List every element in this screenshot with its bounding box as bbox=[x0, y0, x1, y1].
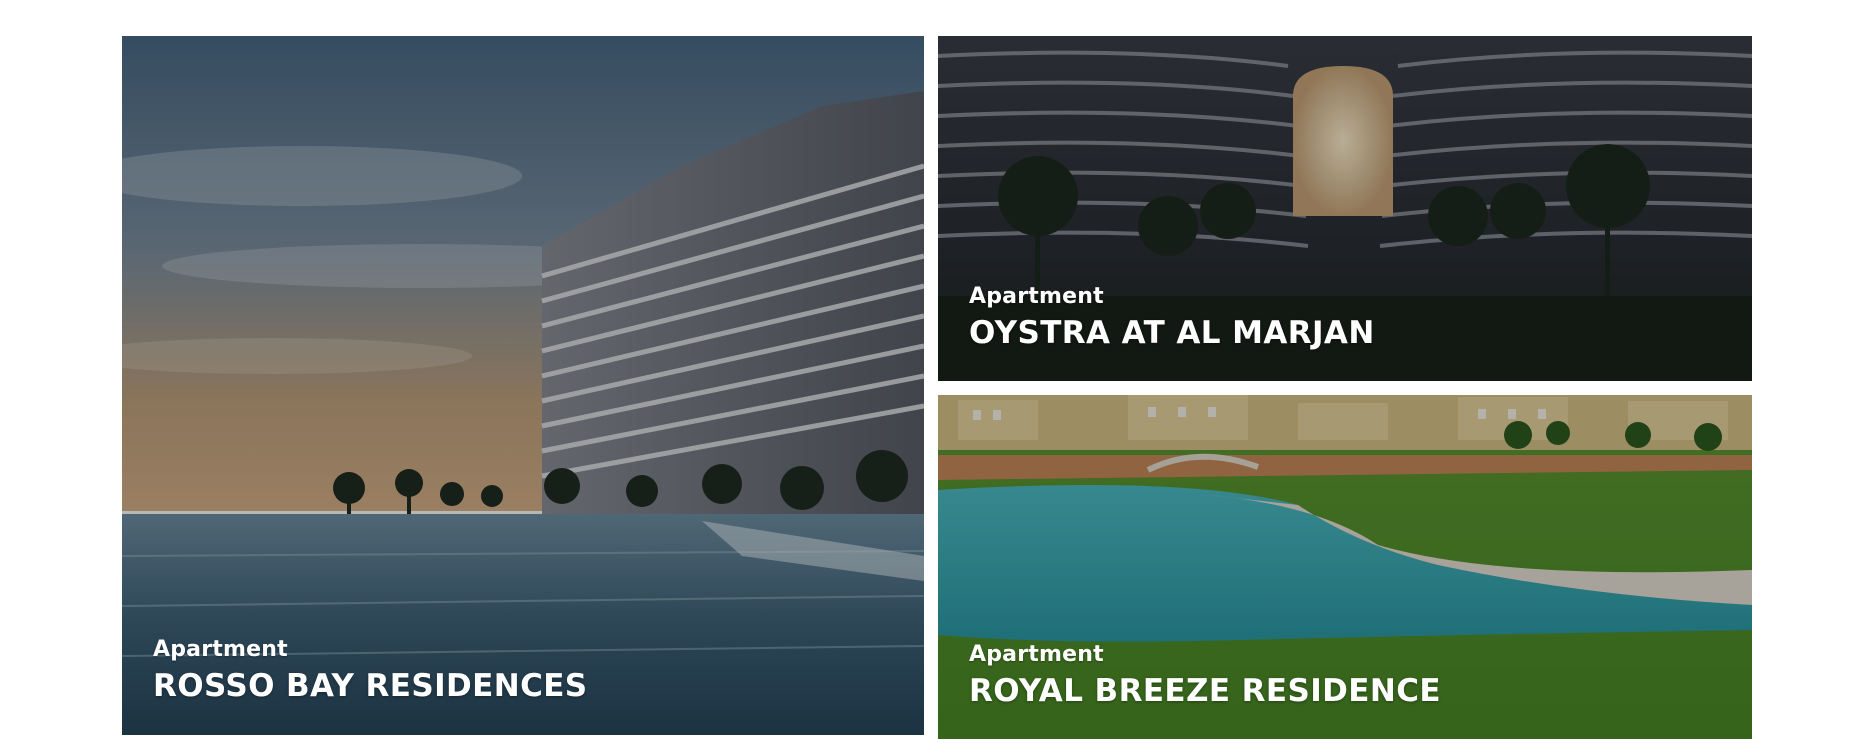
property-title[interactable]: ROYAL BREEZE RESIDENCE bbox=[969, 673, 1441, 709]
property-category: Apartment bbox=[969, 284, 1104, 309]
image-overlay bbox=[122, 36, 924, 735]
card-caption: Apartment ROSSO BAY RESIDENCES bbox=[153, 637, 588, 704]
card-caption: Apartment ROYAL BREEZE RESIDENCE bbox=[969, 642, 1441, 709]
property-title[interactable]: OYSTRA AT AL MARJAN bbox=[969, 315, 1375, 351]
card-caption: Apartment OYSTRA AT AL MARJAN bbox=[969, 284, 1375, 351]
property-category: Apartment bbox=[153, 637, 288, 662]
property-card-rosso-bay[interactable]: Apartment ROSSO BAY RESIDENCES bbox=[122, 36, 924, 735]
property-card-oystra[interactable]: Apartment OYSTRA AT AL MARJAN bbox=[938, 36, 1752, 381]
property-card-royal-breeze[interactable]: Apartment ROYAL BREEZE RESIDENCE bbox=[938, 395, 1752, 739]
property-title[interactable]: ROSSO BAY RESIDENCES bbox=[153, 668, 588, 704]
property-category: Apartment bbox=[969, 642, 1104, 667]
